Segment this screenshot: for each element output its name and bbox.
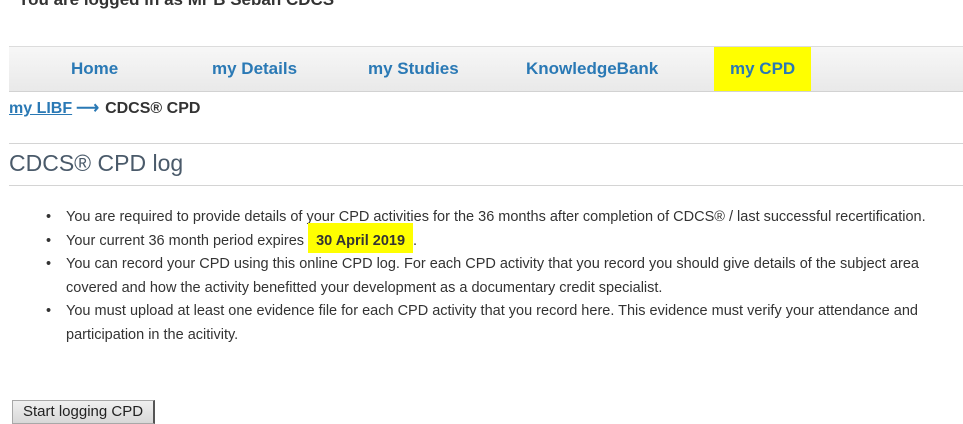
nav-item-my-studies[interactable]: my Studies: [368, 47, 459, 91]
info-item-recording: You can record your CPD using this onlin…: [46, 253, 956, 300]
expiry-suffix: .: [413, 232, 418, 249]
start-logging-cpd-button[interactable]: Start logging CPD: [12, 400, 156, 424]
info-item-expiry: Your current 36 month period expires 30 …: [46, 222, 956, 254]
main-navigation: Home my Details my Studies KnowledgeBank…: [9, 46, 963, 92]
page-title: CDCS® CPD log: [9, 150, 184, 176]
info-item-requirement: You are required to provide details of y…: [46, 206, 956, 230]
expiry-date: 30 April 2019: [308, 222, 414, 253]
cpd-info-list: You are required to provide details of y…: [46, 206, 956, 347]
title-divider-bottom: [9, 185, 963, 186]
breadcrumb: my LIBF ⟶ CDCS® CPD: [9, 98, 200, 118]
nav-item-home[interactable]: Home: [71, 47, 118, 91]
title-divider-top: [9, 143, 963, 144]
breadcrumb-current: CDCS® CPD: [105, 100, 201, 117]
breadcrumb-arrow-icon: ⟶: [76, 100, 100, 117]
info-item-evidence: You must upload at least one evidence fi…: [46, 300, 956, 347]
nav-item-my-details[interactable]: my Details: [212, 47, 297, 91]
nav-item-knowledgebank[interactable]: KnowledgeBank: [526, 47, 658, 91]
breadcrumb-link-my-libf[interactable]: my LIBF: [9, 100, 72, 117]
expiry-text: Your current 36 month period expires: [66, 232, 309, 249]
nav-item-my-cpd[interactable]: my CPD: [714, 47, 812, 91]
login-status-text: You are logged in as Mr B Sebah CDCS: [18, 0, 334, 10]
